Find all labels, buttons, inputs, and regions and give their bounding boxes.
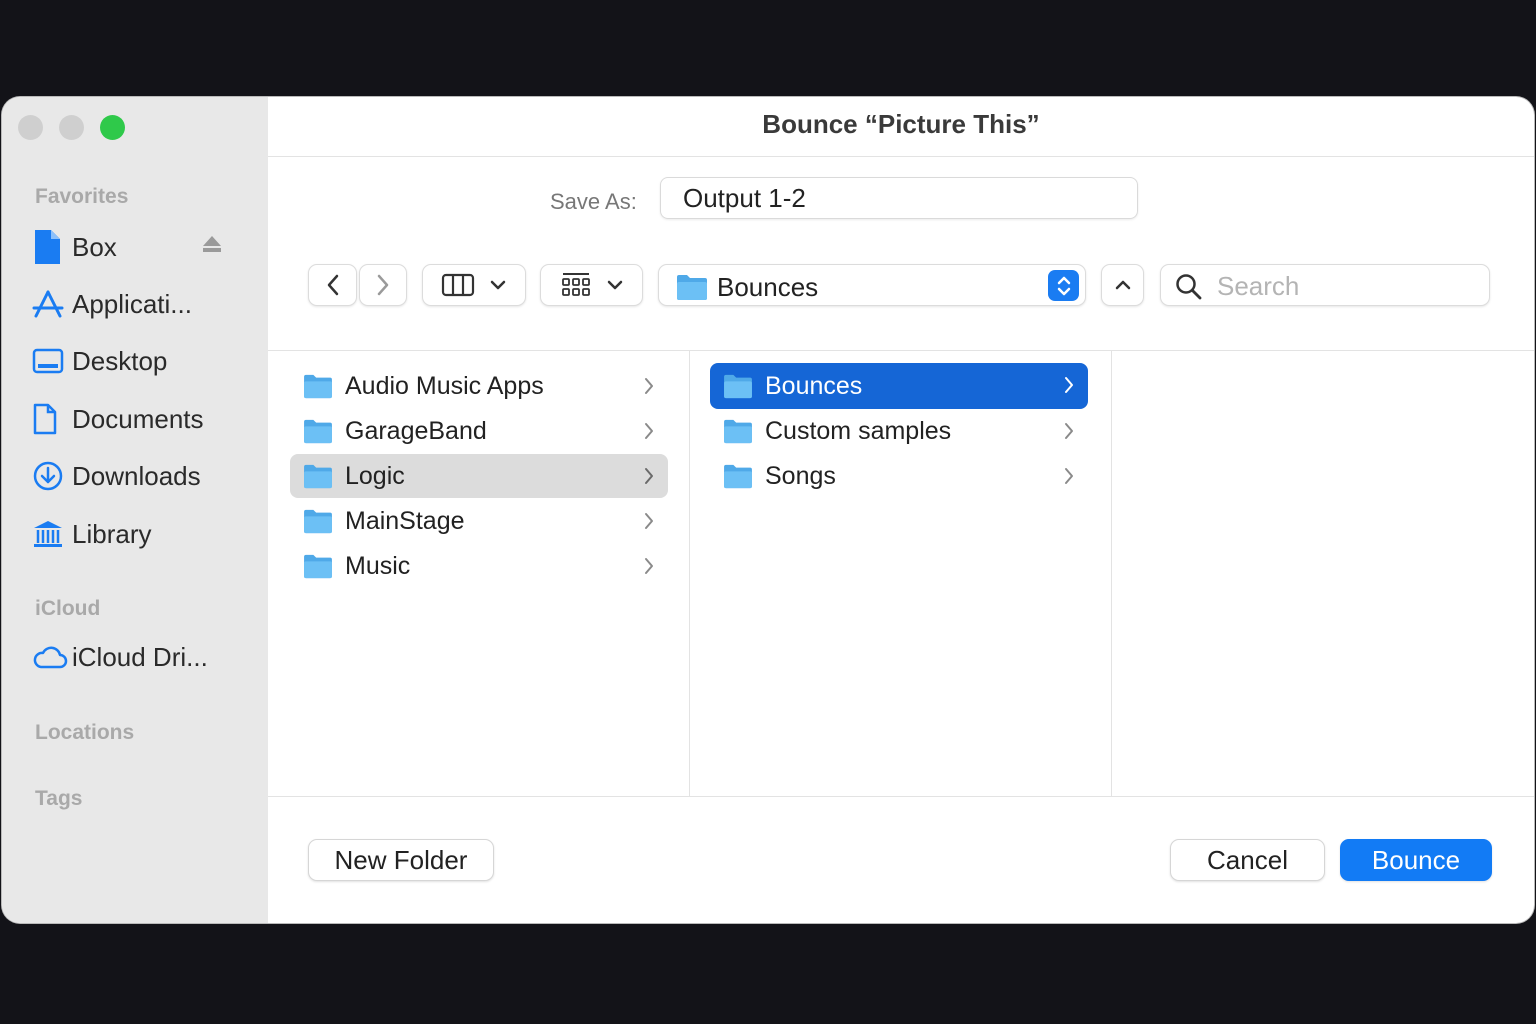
sidebar-section-favorites: Favorites <box>35 185 129 208</box>
sidebar-item-label: Downloads <box>72 460 201 491</box>
folder-name: Bounces <box>765 371 863 400</box>
main-panel: Bounce “Picture This” Save As: Output 1-… <box>268 97 1534 923</box>
cloud-icon <box>32 640 72 674</box>
minimize-window-button[interactable] <box>59 115 84 140</box>
sidebar-item-label: Applicati... <box>72 288 192 319</box>
column-divider <box>689 351 690 796</box>
sidebar-item-documents[interactable]: Documents <box>32 397 252 441</box>
new-folder-button[interactable]: New Folder <box>308 839 494 881</box>
chevron-down-icon <box>490 280 506 290</box>
sidebar-item-label: iCloud Dri... <box>72 641 208 672</box>
up-down-arrows-icon <box>1048 270 1079 301</box>
folder-name: Custom samples <box>765 416 952 445</box>
forward-button[interactable] <box>359 264 407 306</box>
zoom-window-button[interactable] <box>100 115 125 140</box>
divider <box>268 156 1534 157</box>
close-window-button[interactable] <box>18 115 43 140</box>
folder-icon <box>724 374 752 399</box>
save-as-field[interactable]: Output 1-2 <box>660 177 1138 219</box>
save-as-label: Save As: <box>550 189 637 214</box>
folder-name: MainStage <box>345 506 465 535</box>
folder-icon <box>304 509 332 534</box>
back-button[interactable] <box>308 264 357 306</box>
eject-icon[interactable] <box>202 235 222 258</box>
folder-row[interactable]: Music <box>290 544 668 588</box>
folder-name: GarageBand <box>345 416 487 445</box>
sidebar-item-label: Documents <box>72 403 204 434</box>
chevron-up-icon <box>1115 280 1130 290</box>
location-popup[interactable]: Bounces <box>658 264 1086 306</box>
column-divider <box>1111 351 1112 796</box>
folder-row[interactable]: GarageBand <box>290 409 668 453</box>
desktop-icon <box>32 344 72 378</box>
folder-icon <box>304 464 332 489</box>
folder-name: Logic <box>345 461 405 490</box>
folder-row-highlighted[interactable]: Logic <box>290 454 668 498</box>
columns-view-icon <box>441 273 475 297</box>
sidebar-item-icloud-drive[interactable]: iCloud Dri... <box>32 635 252 679</box>
chevron-right-icon <box>1065 377 1073 393</box>
search-placeholder: Search <box>1217 271 1300 301</box>
chevron-right-icon <box>645 378 653 394</box>
sidebar-item-label: Box <box>72 231 117 262</box>
sidebar-section-icloud: iCloud <box>35 597 101 620</box>
documents-icon <box>32 402 72 436</box>
folder-row[interactable]: Audio Music Apps <box>290 364 668 408</box>
chevron-left-icon <box>327 274 338 296</box>
search-icon <box>1176 274 1202 300</box>
sidebar-item-applications[interactable]: Applicati... <box>32 282 252 326</box>
chevron-down-icon <box>607 280 622 290</box>
folder-name: Songs <box>765 461 836 490</box>
folder-row[interactable]: MainStage <box>290 499 668 543</box>
folder-row[interactable]: Custom samples <box>710 409 1088 453</box>
sidebar-item-desktop[interactable]: Desktop <box>32 339 252 383</box>
bounce-button[interactable]: Bounce <box>1340 839 1492 881</box>
sidebar-section-locations[interactable]: Locations <box>35 721 134 745</box>
group-by-button[interactable] <box>540 264 643 306</box>
chevron-right-icon <box>645 468 653 484</box>
divider <box>268 350 1534 351</box>
folder-name: Music <box>345 551 411 580</box>
sidebar: Favorites Box Applicati... Desktop Docum… <box>2 97 268 923</box>
folder-icon <box>304 374 332 399</box>
folder-name: Audio Music Apps <box>345 371 544 400</box>
sidebar-item-library[interactable]: Library <box>32 512 252 556</box>
chevron-right-icon <box>645 558 653 574</box>
save-dialog: Favorites Box Applicati... Desktop Docum… <box>2 97 1534 923</box>
folder-icon <box>724 419 752 444</box>
document-icon <box>32 230 72 264</box>
grid-icon <box>561 273 590 296</box>
sidebar-item-downloads[interactable]: Downloads <box>32 454 252 498</box>
library-icon <box>32 517 72 551</box>
folder-icon <box>724 464 752 489</box>
chevron-right-icon <box>1065 468 1073 484</box>
location-label: Bounces <box>717 272 819 302</box>
chevron-right-icon <box>645 423 653 439</box>
folder-icon <box>677 275 707 300</box>
downloads-icon <box>32 459 72 493</box>
folder-icon <box>304 419 332 444</box>
sidebar-section-tags[interactable]: Tags <box>35 787 82 811</box>
chevron-right-icon <box>377 274 389 296</box>
sidebar-item-label: Desktop <box>72 345 168 376</box>
cancel-button[interactable]: Cancel <box>1170 839 1325 881</box>
chevron-right-icon <box>1065 423 1073 439</box>
folder-row[interactable]: Songs <box>710 454 1088 498</box>
folder-row-selected[interactable]: Bounces <box>710 363 1088 409</box>
search-field[interactable]: Search <box>1160 264 1490 306</box>
divider <box>268 796 1534 797</box>
applications-icon <box>32 287 72 321</box>
view-mode-button[interactable] <box>422 264 526 306</box>
sidebar-item-box[interactable]: Box <box>32 225 252 269</box>
expand-collapse-button[interactable] <box>1101 264 1144 306</box>
folder-icon <box>304 554 332 579</box>
chevron-right-icon <box>645 513 653 529</box>
window-title: Bounce “Picture This” <box>762 109 1040 139</box>
sidebar-item-label: Library <box>72 518 152 549</box>
